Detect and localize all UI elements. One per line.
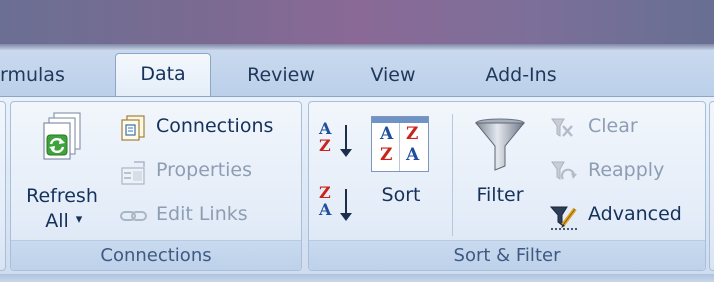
refresh-icon (43, 112, 81, 160)
sort-filter-group-label: Sort & Filter (309, 240, 705, 270)
clear-filter-icon (551, 118, 573, 137)
tab-view[interactable]: View (364, 64, 422, 96)
properties-button[interactable]: Properties (118, 157, 268, 187)
connections-label: Connections (156, 115, 274, 137)
refresh-all-label-line1: Refresh (26, 185, 98, 207)
refresh-all-button[interactable]: Refresh All ▾ (22, 108, 102, 236)
edit-links-label: Edit Links (156, 203, 248, 225)
properties-icon (121, 161, 145, 185)
sort-label: Sort (381, 184, 421, 206)
advanced-filter-icon (550, 206, 579, 230)
tab-formulas[interactable]: rmulas (0, 64, 82, 96)
clear-filter-button[interactable]: Clear (546, 113, 676, 143)
refresh-all-label-line2: All (45, 210, 69, 232)
sort-button[interactable]: A Z Z A Sort (365, 113, 437, 213)
filter-button[interactable]: Filter (466, 113, 534, 213)
sort-icon-letter-a1: A (380, 124, 394, 144)
group-divider (452, 114, 453, 236)
chain-link-icon (120, 211, 147, 221)
reapply-label: Reapply (588, 159, 665, 181)
sort-za-top-letter: Z (319, 183, 331, 202)
funnel-icon (474, 118, 526, 171)
sort-dialog-icon: A Z Z A (371, 116, 429, 172)
sort-icon-letter-a2: A (406, 145, 420, 165)
tab-data[interactable]: Data (115, 53, 211, 97)
reapply-button[interactable]: Reapply (546, 157, 686, 187)
chevron-down-icon: ▾ (75, 212, 83, 227)
next-group-edge (709, 101, 714, 271)
ribbon-bottom-edge (0, 274, 714, 282)
ribbon-tab-strip: rmulas Data Review View Add-Ins (0, 50, 714, 97)
edit-links-button[interactable]: Edit Links (118, 201, 268, 231)
clear-filter-label: Clear (588, 115, 638, 137)
connections-group-label: Connections (11, 240, 301, 270)
sort-icon-letter-z1: Z (380, 145, 393, 165)
filter-label: Filter (476, 184, 524, 206)
sort-az-bottom-letter: Z (319, 136, 331, 155)
tab-review[interactable]: Review (243, 64, 319, 96)
advanced-filter-button[interactable]: Advanced (546, 201, 694, 231)
connections-button[interactable]: Connections (118, 113, 290, 143)
sort-za-bottom-letter: A (319, 200, 332, 219)
reapply-icon (551, 161, 577, 180)
tab-add-ins[interactable]: Add-Ins (475, 64, 567, 96)
connections-icon (121, 115, 145, 141)
sort-icon-letter-z2: Z (406, 124, 419, 144)
properties-label: Properties (156, 159, 253, 181)
title-bar (0, 0, 714, 50)
advanced-filter-label: Advanced (588, 203, 682, 225)
sort-az-top-letter: A (319, 119, 332, 138)
previous-group-edge (0, 101, 6, 271)
sort-z-to-a-button[interactable]: Z A (317, 183, 357, 227)
sort-a-to-z-button[interactable]: A Z (317, 119, 357, 163)
